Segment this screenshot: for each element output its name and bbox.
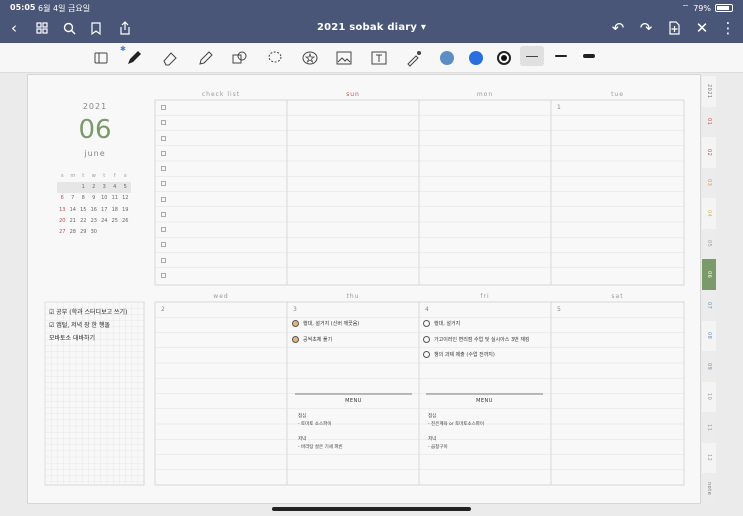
checklist-checkbox[interactable] [161, 181, 166, 187]
thu-dinner: - 바라탕 살은 기세 파빈 [298, 445, 343, 450]
checklist-checkbox[interactable] [161, 105, 166, 110]
fri-task-3[interactable]: 챙의 과제 제출 (수업 전까지) [423, 351, 495, 358]
month-tab-07[interactable]: 07 [702, 290, 716, 321]
month-tab-05[interactable]: 05 [702, 228, 716, 260]
fri-dinner-label: 저녁 [428, 437, 437, 442]
thu-lunch-label: 점심 [298, 414, 307, 419]
thu-dinner-label: 저녁 [298, 437, 307, 442]
home-indicator[interactable] [272, 507, 471, 511]
thu-task-2[interactable]: 공씩초체 풀기 [292, 336, 332, 343]
fri-menu-title: MENU [476, 398, 493, 404]
note-line-2: ☑ 앱털, 저녁 장 한 행돌 [49, 322, 110, 329]
day-number-2: 2 [161, 306, 165, 313]
fri-dinner: - 곱창구이 [428, 445, 448, 450]
checklist-checkbox[interactable] [161, 211, 166, 217]
month-tab-12[interactable]: 12 [702, 442, 716, 474]
checklist-checkbox[interactable] [161, 227, 166, 232]
fri-lunch: - 진은계육 or 토마토소스파이 [428, 422, 485, 427]
thu-task-1[interactable]: 행대, 설거지 (신버 깨끗음) [292, 320, 359, 327]
header-mon: mon [476, 91, 494, 98]
header-checklist: check list [201, 91, 241, 98]
header-sat: sat [611, 293, 624, 300]
checklist-checkbox[interactable] [161, 272, 166, 278]
day-number-4: 4 [425, 306, 429, 313]
month-tab-04[interactable]: 04 [702, 198, 716, 229]
month-tab-02[interactable]: 02 [702, 137, 716, 168]
month-tab-08[interactable]: 08 [702, 320, 716, 352]
month-tab-note[interactable]: note [702, 473, 716, 504]
month-tab-09[interactable]: 09 [702, 351, 716, 382]
header-fri: fri [480, 293, 490, 300]
task-done-circle-icon[interactable] [292, 320, 299, 327]
checklist-checkbox[interactable] [161, 150, 166, 156]
day-number-1: 1 [557, 104, 561, 111]
thu-lunch: - 토마토 소스파이 [298, 422, 332, 427]
checklist-checkbox[interactable] [161, 257, 166, 263]
month-tab-10[interactable]: 10 [702, 381, 716, 413]
checklist-checkbox[interactable] [161, 135, 166, 141]
fri-task-2[interactable]: 가고이러인 변리점 수업 및 실시아스 3번 재킹 [423, 336, 530, 343]
checklist-checkbox[interactable] [161, 166, 166, 171]
task-circle-icon[interactable] [423, 351, 430, 358]
day-number-3: 3 [293, 306, 297, 313]
note-line-1: ☑ 공부 (학과 스터디보고 쓰기) [49, 309, 128, 316]
planner-grid [44, 99, 685, 486]
task-circle-icon[interactable] [423, 320, 430, 327]
month-tab-06[interactable]: 06 [702, 259, 716, 290]
checklist-checkbox[interactable] [161, 196, 166, 202]
header-thu: thu [346, 293, 360, 300]
note-line-3: 모바토소 대바하기 [49, 335, 96, 342]
thu-menu-title: MENU [345, 398, 362, 404]
fri-lunch-label: 점심 [428, 414, 437, 419]
header-tue: tue [611, 91, 624, 98]
task-done-circle-icon[interactable] [292, 336, 299, 343]
checklist-checkbox[interactable] [161, 242, 166, 248]
month-tab-01[interactable]: 01 [702, 106, 716, 138]
fri-task-1[interactable]: 행대, 설거지 [423, 320, 460, 327]
header-wed: wed [213, 293, 229, 300]
month-tab-03[interactable]: 03 [702, 167, 716, 199]
task-circle-icon[interactable] [423, 336, 430, 343]
header-sun: sun [346, 91, 360, 98]
month-tab-2021[interactable]: 2021 [702, 76, 716, 107]
checklist-checkbox[interactable] [161, 120, 166, 126]
day-number-5: 5 [557, 306, 561, 313]
month-tabs: 2021 01 02 03 04 05 06 07 08 09 10 11 12 note [702, 76, 716, 504]
month-tab-11[interactable]: 11 [702, 412, 716, 443]
